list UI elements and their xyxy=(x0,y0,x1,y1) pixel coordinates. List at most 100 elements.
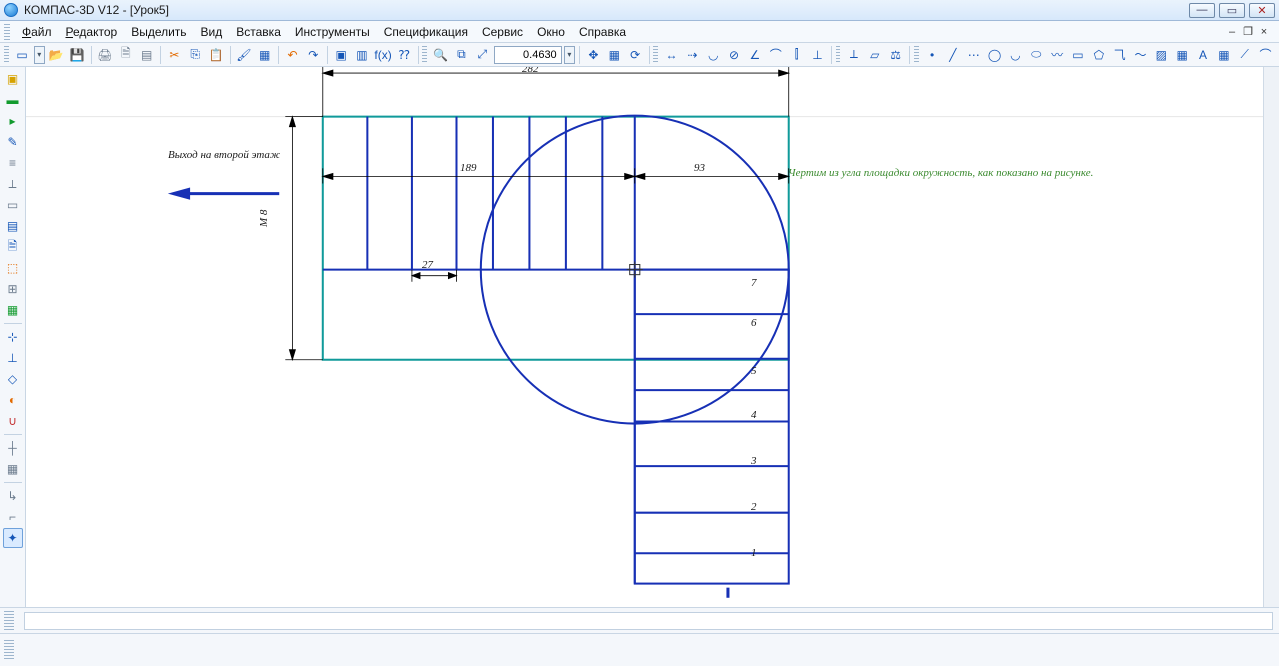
active-tool-button[interactable]: ✦ xyxy=(3,528,23,548)
menu-gripper[interactable] xyxy=(4,24,10,40)
statusbar-gripper[interactable] xyxy=(4,611,14,631)
close-button[interactable]: ✕ xyxy=(1249,3,1275,18)
spec-panel-button[interactable]: ▤ xyxy=(3,216,23,236)
drawing-canvas[interactable]: 282 189 93 27 M 8 7 6 5 4 3 2 1 Выход на… xyxy=(26,67,1279,607)
dimension-diameter-button[interactable]: ⊘ xyxy=(725,45,744,65)
axis-button[interactable]: ┼ xyxy=(3,438,23,458)
toolbar-gripper[interactable] xyxy=(4,46,9,64)
maximize-button[interactable]: ▭ xyxy=(1219,3,1245,18)
mdi-close-button[interactable]: × xyxy=(1257,25,1271,39)
menu-help[interactable]: Справка xyxy=(573,22,632,41)
menu-insert[interactable]: Вставка xyxy=(230,22,287,41)
zoom-dropdown[interactable]: ▾ xyxy=(564,46,575,64)
ortho-button[interactable]: ⊥ xyxy=(3,348,23,368)
properties-button[interactable]: ▦ xyxy=(255,45,274,65)
menu-edit[interactable]: Редактор xyxy=(60,22,124,41)
toolbar-gripper[interactable] xyxy=(914,46,919,64)
dimension-angle-button[interactable]: ∠ xyxy=(746,45,765,65)
local-cs-button[interactable]: ↳ xyxy=(3,486,23,506)
assoc-panel-button[interactable]: ⊞ xyxy=(3,279,23,299)
dimension-arc-button[interactable]: ⌒ xyxy=(766,45,785,65)
paste-button[interactable]: 📋 xyxy=(207,45,226,65)
hatch-button[interactable]: ▨ xyxy=(1152,45,1171,65)
toolbar-gripper[interactable] xyxy=(422,46,427,64)
table-button[interactable]: ▦ xyxy=(1214,45,1233,65)
new-document-dropdown[interactable]: ▾ xyxy=(34,46,45,64)
orient-button[interactable]: ▦ xyxy=(605,45,624,65)
measure-dist-button[interactable]: ⟂ xyxy=(844,45,863,65)
select-panel-button[interactable]: ▭ xyxy=(3,195,23,215)
redo-button[interactable]: ↷ xyxy=(304,45,323,65)
geometry-panel-button[interactable]: ▣ xyxy=(3,69,23,89)
snap-grid-button[interactable]: ⊹ xyxy=(3,327,23,347)
bottom-gripper[interactable] xyxy=(4,640,14,660)
dimension-ord-button[interactable]: ⊥ xyxy=(808,45,827,65)
symbols-panel-button[interactable]: ▸ xyxy=(3,111,23,131)
mdi-minimize-button[interactable]: – xyxy=(1225,25,1239,39)
copy-button[interactable]: ⎘ xyxy=(186,45,205,65)
edit-panel-button[interactable]: ✎ xyxy=(3,132,23,152)
toolbar-gripper[interactable] xyxy=(836,46,841,64)
pict-panel-button[interactable]: ⬚ xyxy=(3,258,23,278)
aux-line-button[interactable]: ⋯ xyxy=(964,45,983,65)
dimensions-panel-button[interactable]: ▬ xyxy=(3,90,23,110)
round-button[interactable]: ◐ xyxy=(3,390,23,410)
dimension-chain-button[interactable]: ⇢ xyxy=(683,45,702,65)
vertical-scrollbar[interactable] xyxy=(1263,67,1279,607)
zoom-in-button[interactable]: 🔍 xyxy=(431,45,450,65)
dimension-linear-button[interactable]: ↔ xyxy=(662,45,681,65)
manager-button[interactable]: ▣ xyxy=(332,45,351,65)
polygon-button[interactable]: ⬠ xyxy=(1089,45,1108,65)
circle-button[interactable]: ◯ xyxy=(985,45,1004,65)
page-setup-button[interactable]: ▤ xyxy=(137,45,156,65)
text-button[interactable]: A xyxy=(1194,45,1213,65)
help-context-button[interactable]: ⁇ xyxy=(395,45,414,65)
print-preview-button[interactable]: 🗎 xyxy=(116,45,135,65)
spline-button[interactable]: 〰 xyxy=(1048,45,1067,65)
refresh-view-button[interactable]: ⟳ xyxy=(626,45,645,65)
menu-view[interactable]: Вид xyxy=(195,22,229,41)
grid-button[interactable]: ▦ xyxy=(3,459,23,479)
menu-service[interactable]: Сервис xyxy=(476,22,529,41)
line-button[interactable]: ╱ xyxy=(943,45,962,65)
menu-file[interactable]: Файл xyxy=(16,22,58,41)
magnet-button[interactable]: ∪ xyxy=(3,411,23,431)
measure-mass-button[interactable]: ⚖ xyxy=(886,45,905,65)
print-button[interactable]: 🖨 xyxy=(96,45,115,65)
pan-button[interactable]: ✥ xyxy=(584,45,603,65)
undo-button[interactable]: ↶ xyxy=(283,45,302,65)
fillet-button[interactable]: ⌒ xyxy=(1256,45,1275,65)
dimension-radius-button[interactable]: ◡ xyxy=(704,45,723,65)
menu-window[interactable]: Окно xyxy=(531,22,571,41)
new-document-button[interactable]: ▭ xyxy=(13,45,32,65)
fill-button[interactable]: ▦ xyxy=(1173,45,1192,65)
menu-spec[interactable]: Спецификация xyxy=(378,22,474,41)
menu-tools[interactable]: Инструменты xyxy=(289,22,376,41)
minimize-button[interactable]: — xyxy=(1189,3,1215,18)
style-button[interactable]: ⌐ xyxy=(3,507,23,527)
zoom-input[interactable] xyxy=(494,46,562,64)
toolbar-gripper[interactable] xyxy=(653,46,658,64)
mdi-restore-button[interactable]: ❐ xyxy=(1241,25,1255,39)
arc-button[interactable]: ◡ xyxy=(1006,45,1025,65)
polyline-button[interactable]: ⺄ xyxy=(1110,45,1129,65)
save-button[interactable]: 💾 xyxy=(68,45,87,65)
variables-button[interactable]: f(x) xyxy=(373,45,392,65)
params-panel-button[interactable]: ≡ xyxy=(3,153,23,173)
views-panel-button[interactable]: ▦ xyxy=(3,300,23,320)
rectangle-button[interactable]: ▭ xyxy=(1069,45,1088,65)
ellipse-button[interactable]: ⬭ xyxy=(1027,45,1046,65)
open-button[interactable]: 📂 xyxy=(47,45,66,65)
reports-panel-button[interactable]: 🗎 xyxy=(3,237,23,257)
dimension-baseline-button[interactable]: ⫿ xyxy=(787,45,806,65)
chamfer-button[interactable]: ⟋ xyxy=(1235,45,1254,65)
measure-area-button[interactable]: ▱ xyxy=(865,45,884,65)
cut-button[interactable]: ✂ xyxy=(165,45,184,65)
bezier-button[interactable]: 〜 xyxy=(1131,45,1150,65)
brush-button[interactable]: 🖌 xyxy=(234,45,253,65)
point-button[interactable]: • xyxy=(923,45,942,65)
zoom-fit-button[interactable]: ⤢ xyxy=(473,45,492,65)
snap-button[interactable]: ◇ xyxy=(3,369,23,389)
layers-button[interactable]: ▥ xyxy=(353,45,372,65)
zoom-window-button[interactable]: ⧉ xyxy=(452,45,471,65)
